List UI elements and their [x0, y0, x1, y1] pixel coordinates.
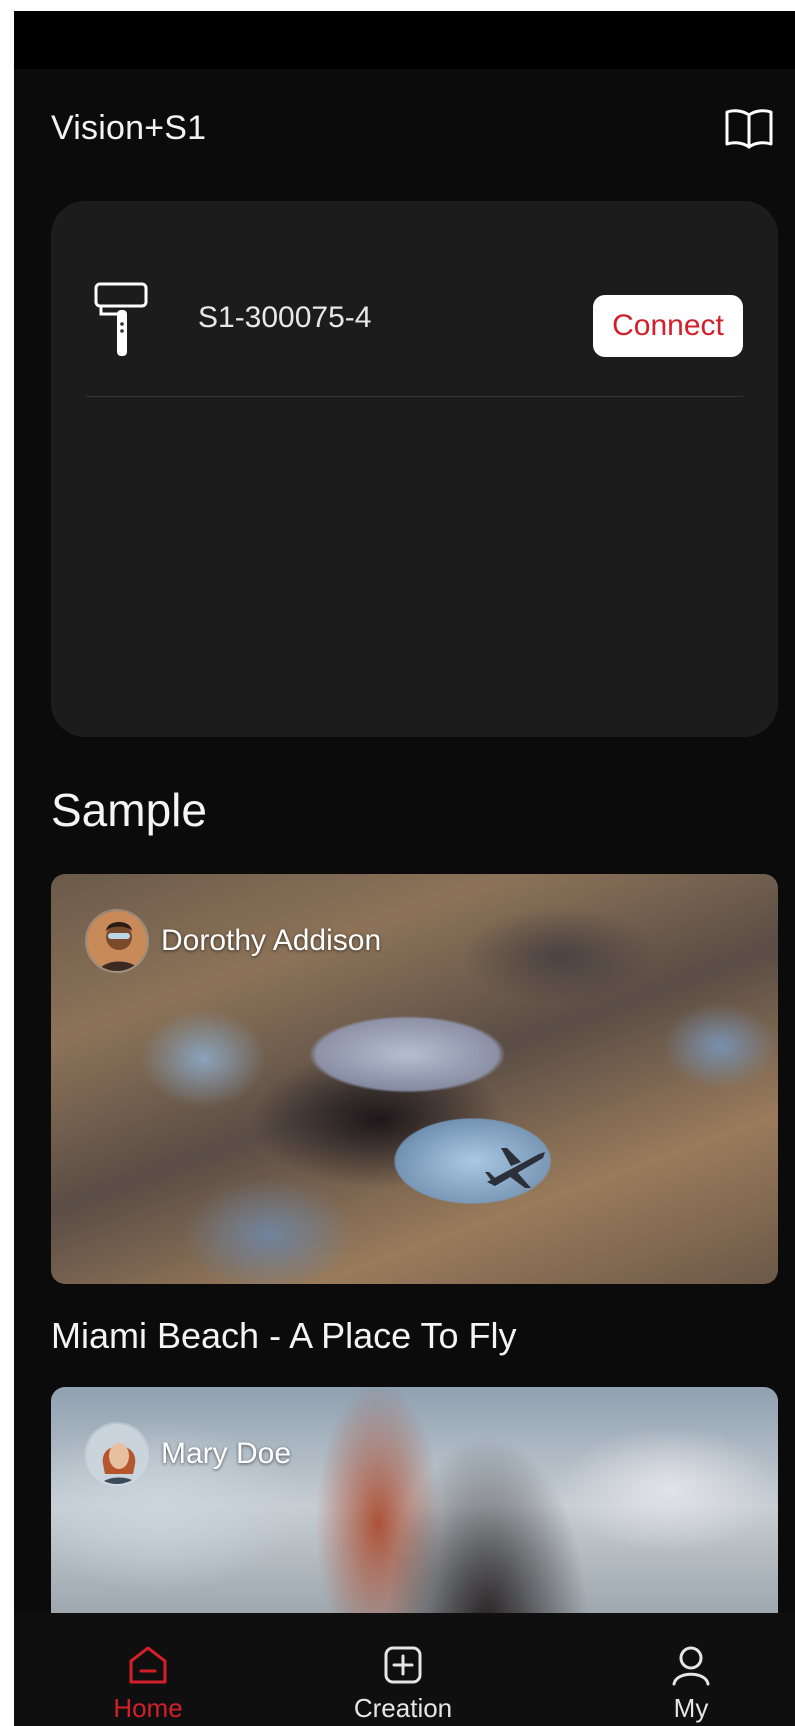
author-name: Dorothy Addison: [161, 924, 382, 957]
card-author: Mary Doe: [85, 1421, 291, 1487]
status-bar: [14, 11, 795, 69]
home-icon: [126, 1643, 170, 1687]
nav-label: Creation: [353, 1693, 453, 1723]
avatar: [85, 1422, 149, 1486]
avatar: [85, 909, 149, 973]
bottom-nav: Home Creation My: [14, 1613, 795, 1726]
nav-home[interactable]: Home: [68, 1613, 228, 1726]
app-screen: Vision+S1 S1-300075-4 Connect Sample Dor…: [14, 11, 795, 1726]
card-author: Dorothy Addison: [85, 908, 381, 974]
section-title: Sample: [51, 784, 207, 836]
divider: [86, 396, 743, 397]
person-icon: [669, 1643, 713, 1687]
nav-label: Home: [113, 1693, 183, 1723]
sample-card[interactable]: Dorothy Addison: [51, 874, 778, 1284]
app-title: Vision+S1: [51, 109, 207, 147]
device-card: S1-300075-4 Connect: [51, 201, 778, 737]
sample-title[interactable]: Miami Beach - A Place To Fly: [51, 1315, 517, 1357]
nav-my[interactable]: My: [611, 1613, 771, 1726]
connect-button[interactable]: Connect: [593, 295, 743, 357]
selfie-stick-gimbal-icon: [93, 280, 149, 360]
nav-label: My: [673, 1693, 709, 1723]
plus-square-icon: [381, 1643, 425, 1687]
airplane-image: [481, 1142, 551, 1194]
author-name: Mary Doe: [161, 1437, 292, 1470]
nav-creation[interactable]: Creation: [323, 1613, 483, 1726]
device-row[interactable]: S1-300075-4 Connect: [51, 201, 778, 396]
app-header: Vision+S1: [14, 69, 795, 189]
device-name: S1-300075-4: [198, 301, 372, 334]
open-book-icon[interactable]: [724, 107, 774, 149]
